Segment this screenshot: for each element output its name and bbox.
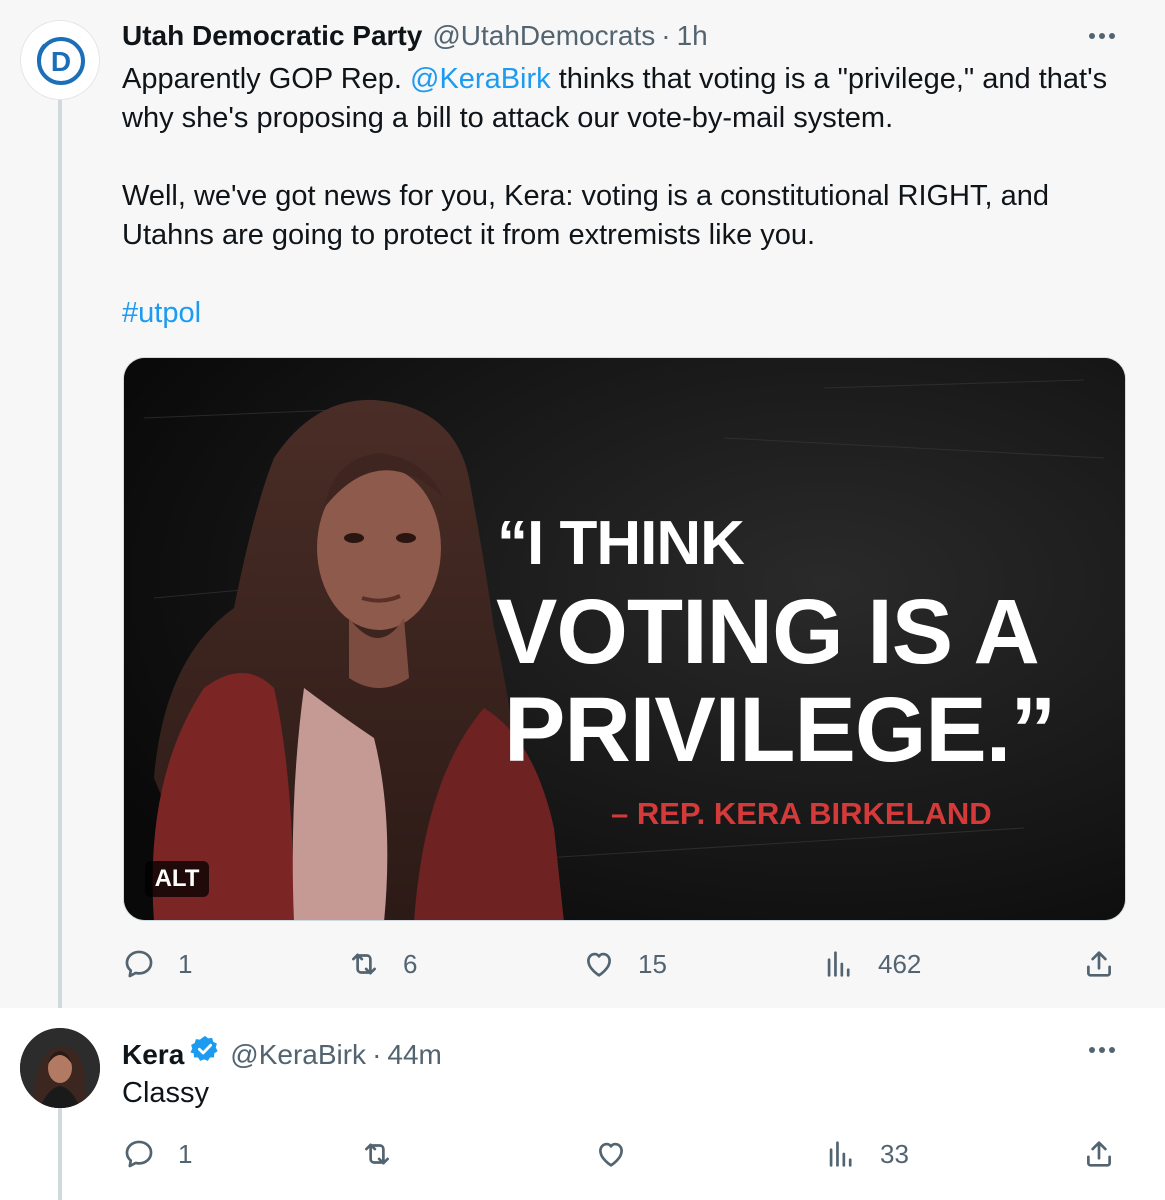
alt-text-badge[interactable]: ALT [145, 861, 209, 897]
tweet-utah-democrats[interactable]: D Utah Democratic Party @UtahDemocrats ·… [0, 0, 1165, 1008]
kera-avatar[interactable] [20, 1028, 100, 1108]
quote-line-2: VOTING IS A [496, 581, 1040, 683]
quote-attribution: – REP. KERA BIRKELAND [611, 796, 992, 831]
democrat-logo-icon: D [37, 37, 85, 85]
more-options-button[interactable] [1087, 26, 1123, 46]
reply-icon [125, 950, 153, 978]
views-count: 33 [880, 1138, 909, 1169]
verified-icon [190, 1035, 218, 1061]
share-icon [1087, 1141, 1111, 1167]
hashtag-link[interactable]: #utpol [122, 297, 201, 329]
share-button[interactable] [1082, 1137, 1116, 1171]
like-icon [587, 952, 611, 977]
views-button[interactable]: 462 [822, 947, 921, 981]
mention-link[interactable]: @KeraBirk [410, 63, 551, 95]
thread-line [58, 100, 62, 1008]
quote-line-3: PRIVILEGE.” [504, 679, 1056, 781]
tweet-actions: 1 33 [122, 1137, 1132, 1177]
separator-dot: · [661, 20, 671, 51]
like-count: 15 [638, 948, 667, 979]
tweet-text-paragraph: Well, we've got news for you, Kera: voti… [122, 180, 1049, 251]
more-icon [1087, 1040, 1123, 1058]
timestamp[interactable]: 1h [677, 20, 708, 52]
user-handle[interactable]: @UtahDemocrats [432, 20, 655, 52]
share-button[interactable] [1082, 947, 1116, 981]
like-button[interactable]: 15 [582, 947, 667, 981]
retweet-button[interactable]: 6 [347, 947, 417, 981]
like-icon [599, 1142, 623, 1167]
reply-icon [125, 1140, 153, 1168]
retweet-button[interactable] [360, 1137, 394, 1171]
tweet-actions: 1 6 15 462 [122, 947, 1132, 987]
share-icon [1087, 951, 1111, 977]
svg-text:D: D [51, 46, 71, 77]
tweet-text: Apparently GOP Rep. @KeraBirk thinks tha… [122, 60, 1132, 333]
views-count: 462 [878, 948, 922, 979]
more-icon [1087, 26, 1123, 44]
views-icon [829, 1141, 852, 1167]
views-icon [827, 951, 850, 977]
user-handle[interactable]: @KeraBirk [230, 1039, 366, 1071]
more-options-button[interactable] [1087, 1040, 1123, 1060]
quote-line-1: “I THINK [497, 509, 745, 578]
reply-button[interactable]: 1 [122, 947, 192, 981]
reply-button[interactable]: 1 [122, 1137, 192, 1171]
profile-photo-icon [20, 1028, 100, 1108]
timestamp[interactable]: 44m [387, 1039, 441, 1071]
tweet-text: Classy [122, 1077, 210, 1109]
tweet-header: Kera @KeraBirk · 44m [122, 1034, 442, 1071]
like-button[interactable] [594, 1137, 628, 1171]
thread-line [58, 1108, 62, 1200]
retweet-count: 6 [403, 948, 418, 979]
display-name[interactable]: Kera [122, 1039, 184, 1071]
retweet-icon [365, 1143, 389, 1165]
tweet-text-part: Apparently GOP Rep. [122, 63, 411, 95]
tweet-header: Utah Democratic Party @UtahDemocrats · 1… [122, 20, 708, 52]
display-name[interactable]: Utah Democratic Party [122, 20, 422, 52]
utah-democrats-avatar[interactable]: D [20, 20, 100, 100]
views-button[interactable]: 33 [824, 1137, 909, 1171]
separator-dot: · [372, 1039, 382, 1070]
tweet-image[interactable]: “I THINK VOTING IS A PRIVILEGE.” – REP. … [123, 357, 1126, 921]
reply-count: 1 [178, 1138, 193, 1169]
retweet-icon [352, 953, 376, 975]
reply-count: 1 [178, 948, 193, 979]
